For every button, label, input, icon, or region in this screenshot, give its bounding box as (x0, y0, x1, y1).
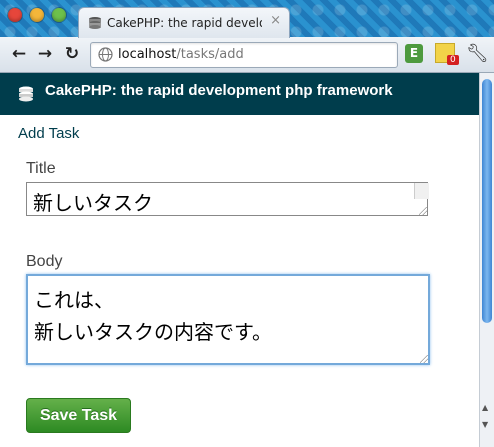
address-bar[interactable]: localhost/tasks/add (90, 42, 398, 68)
browser-toolbar: ← → ↻ localhost/tasks/add E 0 🔧︎ (0, 37, 494, 73)
body-textarea[interactable]: これは、 新しいタスクの内容です。 (26, 274, 430, 365)
evernote-icon[interactable]: E (405, 44, 423, 63)
resize-handle-icon[interactable] (420, 355, 428, 363)
title-field-scrollbar[interactable] (414, 183, 429, 199)
title-label: Title (26, 160, 56, 177)
maximize-window-icon[interactable] (52, 8, 66, 22)
cake-icon (19, 86, 33, 102)
title-field[interactable]: 新しいタスク (26, 182, 428, 216)
site-title: CakePHP: the rapid development php frame… (45, 82, 393, 99)
minimize-window-icon[interactable] (30, 8, 44, 22)
wrench-icon[interactable]: 🔧︎ (466, 43, 489, 64)
page-heading: Add Task (18, 125, 80, 142)
tab-title: CakePHP: the rapid development php frame… (107, 16, 262, 30)
scroll-up-arrow-icon[interactable]: ▲ (482, 403, 488, 412)
page-scrollbar[interactable]: ▲ ▼ (479, 73, 494, 447)
close-window-icon[interactable] (8, 8, 22, 22)
scroll-down-arrow-icon[interactable]: ▼ (482, 420, 488, 429)
browser-tab[interactable]: CakePHP: the rapid development php frame… (78, 7, 290, 38)
url-host: localhost/tasks/add (118, 47, 244, 62)
extension-badge: 0 (447, 55, 459, 65)
save-task-button[interactable]: Save Task (26, 398, 131, 433)
site-header: CakePHP: the rapid development php frame… (0, 73, 479, 115)
scrollbar-thumb[interactable] (482, 79, 492, 323)
page-viewport: CakePHP: the rapid development php frame… (0, 73, 479, 447)
reload-icon[interactable]: ↻ (61, 43, 83, 65)
resize-handle-icon[interactable] (419, 207, 427, 215)
forward-arrow-icon[interactable]: → (34, 43, 56, 65)
back-arrow-icon[interactable]: ← (8, 43, 30, 65)
globe-icon (98, 47, 113, 62)
body-label: Body (26, 253, 63, 270)
url-path: /tasks/add (176, 47, 244, 62)
tab-close-icon[interactable]: × (270, 13, 281, 28)
cake-icon (89, 17, 101, 29)
